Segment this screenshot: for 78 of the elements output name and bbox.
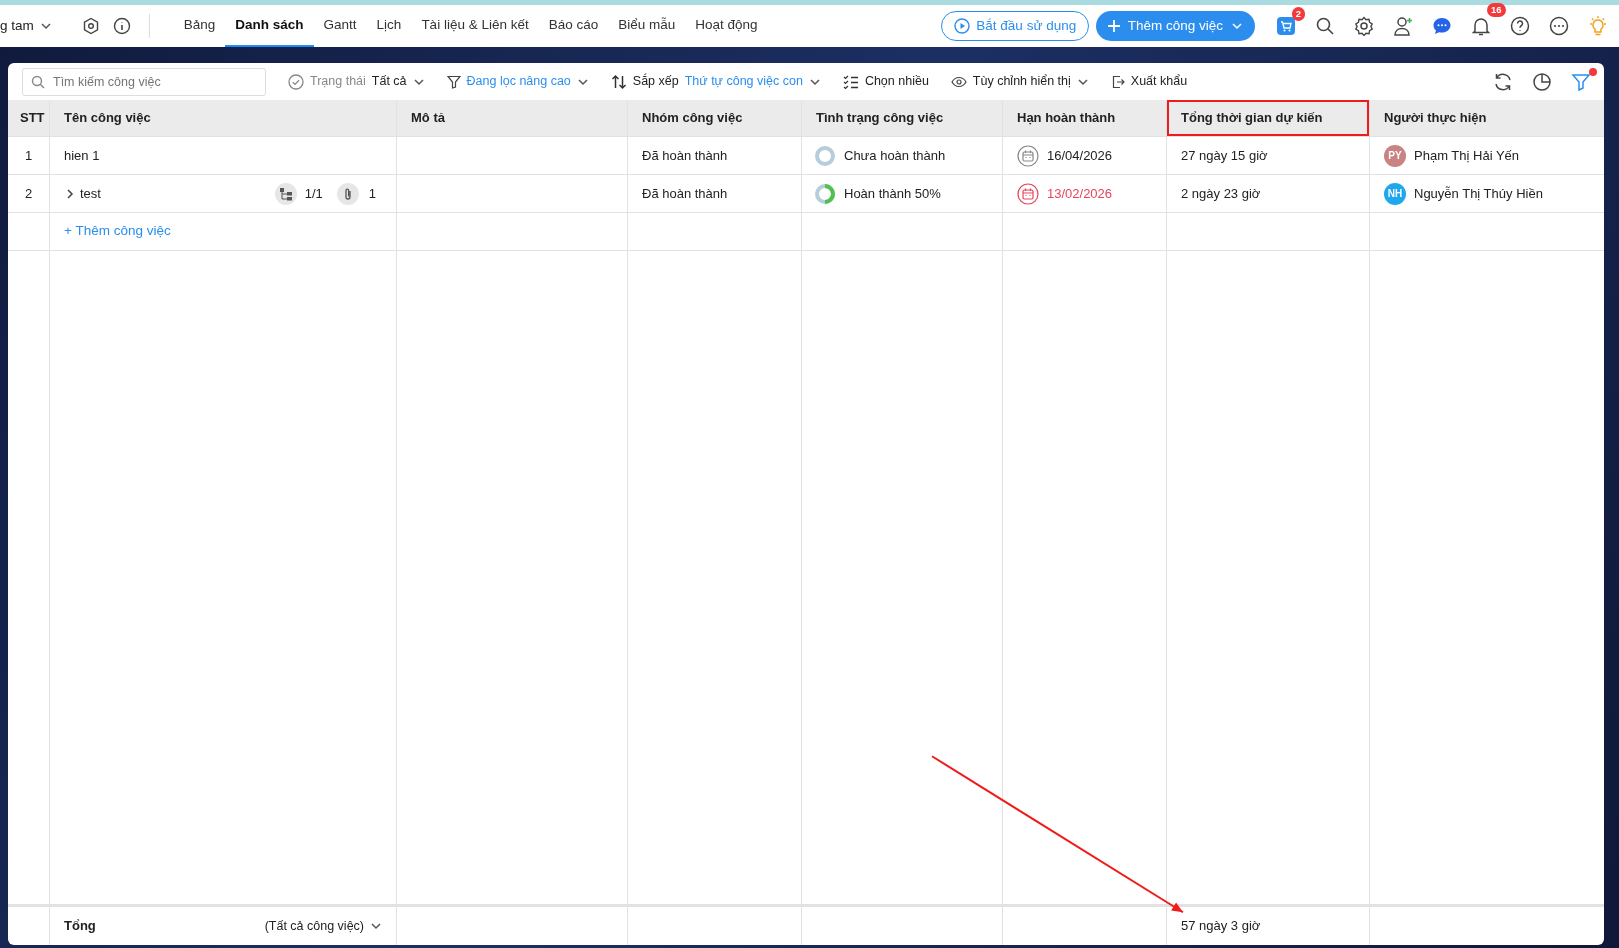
filter-icon [446, 74, 461, 89]
checklist-icon [842, 73, 859, 90]
count-badge: 16 [1487, 3, 1506, 17]
chevron-down-icon [370, 920, 382, 932]
search-icon [31, 74, 45, 89]
column-header: Nhóm công việc [628, 100, 802, 137]
tab[interactable]: Bảng [173, 5, 226, 47]
chat-icon [1432, 16, 1452, 36]
task-name[interactable]: test [80, 183, 101, 204]
cart-icon [1276, 16, 1296, 36]
count-badge: 2 [1291, 7, 1305, 21]
tab[interactable]: Tài liệu & Liên kết [411, 5, 539, 47]
total-duration: 57 ngày 3 giờ [1181, 917, 1261, 936]
due-date: 13/02/2026 [1047, 184, 1113, 203]
assignee-name: Phạm Thị Hải Yến [1414, 146, 1520, 165]
progress-ring [814, 144, 836, 167]
table-cell: 2 [8, 175, 50, 213]
scope-dropdown[interactable]: (Tất cả công việc) [264, 916, 382, 936]
total-label: Tổng [64, 917, 96, 936]
tab[interactable]: Gantt [313, 5, 367, 47]
search-icon [1315, 16, 1335, 36]
chevron-right-icon[interactable] [64, 187, 76, 200]
table-cell: Đã hoàn thành [628, 175, 802, 213]
add-task-link[interactable]: + Thêm công việc [64, 221, 171, 242]
add-user-icon [1393, 16, 1413, 36]
avatar: PY [1384, 144, 1406, 167]
table-cell: Đã hoàn thành [628, 137, 802, 175]
column-header: Tình trạng công việc [802, 100, 1003, 137]
bell-icon [1471, 16, 1491, 36]
hexagon-gear-icon[interactable] [81, 17, 100, 35]
export-button[interactable]: Xuất khẩu [1110, 72, 1188, 91]
advanced-filter[interactable]: Đang lọc nâng cao [446, 72, 589, 91]
column-header: Mô tả [397, 100, 628, 137]
column-header: Tổng thời gian dự kiến [1167, 100, 1370, 137]
play-circle-icon [954, 18, 971, 34]
status-text: Chưa hoàn thành [844, 146, 946, 165]
tab[interactable]: Báo cáo [538, 5, 609, 47]
subtask-icon [274, 182, 297, 205]
refresh-icon [1493, 71, 1513, 92]
tab[interactable]: Hoạt động [685, 5, 768, 47]
tab[interactable]: Biểu mẫu [608, 5, 686, 47]
column-header: Tên công việc [50, 100, 397, 137]
start-button[interactable]: Bắt đầu sử dụng [941, 10, 1090, 42]
column-header: STT [8, 100, 50, 137]
table-cell: 27 ngày 15 giờ [1167, 137, 1370, 175]
sort-icon [610, 73, 627, 90]
filter-icon [1571, 71, 1591, 92]
info-icon[interactable] [112, 17, 131, 35]
check-circle-icon [288, 73, 304, 90]
lightbulb-icon [1588, 16, 1608, 36]
plus-icon [1107, 20, 1120, 32]
attachment-icon [336, 182, 359, 205]
pie-chart-icon [1532, 71, 1552, 92]
tab[interactable]: Lịch [366, 5, 412, 47]
table-cell: 1 [8, 137, 50, 175]
status-text: Hoàn thành 50% [844, 184, 941, 203]
column-header: Hạn hoàn thành [1003, 100, 1167, 137]
table-cell: 2 ngày 23 giờ [1167, 175, 1370, 213]
chevron-down-icon [39, 20, 52, 32]
help-icon [1510, 16, 1530, 36]
tab[interactable]: Danh sách [225, 5, 314, 47]
caret-icon [1231, 20, 1243, 32]
more-icon [1549, 16, 1569, 36]
column-header: Người thực hiện [1370, 100, 1604, 137]
attachment-count: 1 [368, 184, 376, 203]
avatar: NH [1384, 182, 1406, 205]
subtask-count: 1/1 [304, 184, 323, 203]
assignee-name: Nguyễn Thị Thúy Hiền [1414, 184, 1543, 203]
status-filter[interactable]: Trạng thái Tất cả [288, 72, 425, 91]
task-name[interactable]: hien 1 [64, 145, 100, 166]
settings-icon [1354, 16, 1374, 36]
due-date: 16/04/2026 [1047, 146, 1113, 165]
project-menu[interactable]: g tam [0, 15, 52, 37]
customize-view-button[interactable]: Tùy chỉnh hiển thị [950, 72, 1089, 91]
multi-select-button[interactable]: Chọn nhiều [842, 72, 929, 91]
sort-menu[interactable]: Sắp xếp Thứ tự công việc con [610, 72, 821, 91]
export-icon [1110, 74, 1125, 89]
search-field[interactable]: Tìm kiếm công việc [22, 67, 266, 96]
